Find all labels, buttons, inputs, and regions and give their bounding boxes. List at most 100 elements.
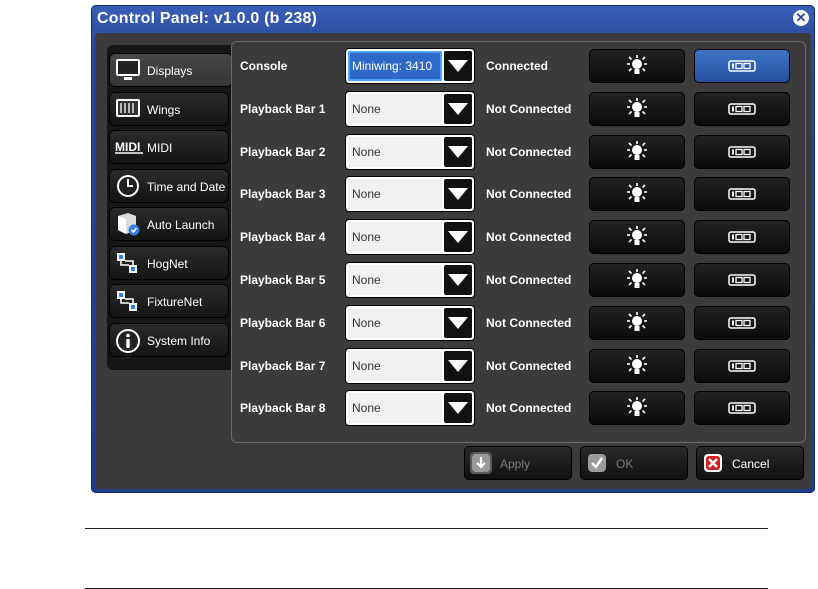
identify-button[interactable] bbox=[694, 391, 790, 426]
sidebar-item-displays[interactable]: Displays bbox=[109, 53, 233, 87]
close-icon[interactable]: ✕ bbox=[793, 10, 809, 26]
sidebar-item-midi[interactable]: MIDI MIDI bbox=[109, 130, 229, 164]
sidebar-item-auto-launch[interactable]: Auto Launch bbox=[109, 207, 229, 241]
light-button[interactable] bbox=[589, 391, 685, 426]
dropdown-button[interactable] bbox=[444, 179, 472, 210]
svg-text:MIDI: MIDI bbox=[115, 140, 140, 154]
title-bar[interactable]: Control Panel: v1.0.0 (b 238) ✕ bbox=[91, 5, 815, 33]
dropdown-button[interactable] bbox=[444, 393, 472, 424]
connection-status: Not Connected bbox=[486, 358, 572, 373]
network-icon bbox=[115, 289, 141, 313]
display-row: Playback Bar 7 None Not Connected bbox=[232, 346, 805, 386]
display-row: Playback Bar 6 None Not Connected bbox=[232, 303, 805, 343]
client-area: Displays Wings MIDI MIDI Time and Date Auto L… bbox=[95, 33, 811, 489]
cancel-button[interactable]: Cancel bbox=[696, 446, 804, 480]
dropdown-button[interactable] bbox=[444, 222, 472, 253]
sidebar-item-label: Time and Date bbox=[147, 179, 226, 194]
row-label: Playback Bar 6 bbox=[240, 315, 326, 330]
sidebar-item-label: HogNet bbox=[147, 256, 188, 271]
light-button[interactable] bbox=[589, 348, 685, 383]
display-row: Playback Bar 2 None Not Connected bbox=[232, 132, 805, 172]
sidebar-item-hognet[interactable]: HogNet bbox=[109, 245, 229, 280]
identify-button[interactable] bbox=[694, 177, 790, 212]
connection-status: Not Connected bbox=[486, 144, 572, 159]
connection-status: Not Connected bbox=[486, 187, 572, 202]
display-select[interactable]: None bbox=[346, 220, 474, 255]
dropdown-button[interactable] bbox=[444, 93, 472, 124]
light-button[interactable] bbox=[589, 134, 685, 169]
clock-icon bbox=[115, 174, 141, 198]
sidebar-item-time-and-date[interactable]: Time and Date bbox=[109, 168, 229, 203]
connection-status: Connected bbox=[486, 59, 549, 73]
select-value[interactable]: None bbox=[348, 222, 442, 253]
row-label: Playback Bar 8 bbox=[240, 401, 326, 416]
display-row: Console Miniwing: 3410 Connected bbox=[232, 46, 805, 86]
info-icon bbox=[115, 328, 141, 353]
identify-button[interactable] bbox=[694, 220, 790, 255]
row-label: Playback Bar 5 bbox=[240, 273, 326, 287]
row-label: Console bbox=[240, 59, 288, 73]
sidebar-item-system-info[interactable]: System Info bbox=[109, 322, 229, 357]
select-value[interactable]: None bbox=[348, 136, 442, 167]
display-row: Playback Bar 5 None Not Connected bbox=[232, 260, 805, 300]
display-select[interactable]: None bbox=[346, 305, 474, 340]
sidebar-item-label: Displays bbox=[147, 64, 193, 78]
sidebar-item-fixturenet[interactable]: FixtureNet bbox=[109, 284, 229, 318]
sidebar-item-label: System Info bbox=[147, 333, 211, 348]
light-button[interactable] bbox=[589, 220, 685, 255]
identify-button[interactable] bbox=[694, 305, 790, 340]
light-button[interactable] bbox=[589, 305, 685, 340]
select-value[interactable]: None bbox=[348, 393, 442, 424]
display-row: Playback Bar 3 None Not Connected bbox=[232, 174, 805, 214]
connection-status: Not Connected bbox=[486, 273, 572, 287]
light-button[interactable] bbox=[589, 49, 685, 83]
identify-button[interactable] bbox=[694, 263, 790, 297]
display-select[interactable]: None bbox=[346, 134, 474, 169]
select-value[interactable]: None bbox=[348, 265, 442, 295]
connection-status: Not Connected bbox=[486, 401, 572, 416]
display-select[interactable]: None bbox=[346, 177, 474, 212]
light-button[interactable] bbox=[589, 263, 685, 297]
identify-button[interactable] bbox=[694, 91, 790, 126]
row-label: Playback Bar 7 bbox=[240, 358, 326, 373]
select-value[interactable]: None bbox=[348, 350, 442, 381]
midi-icon: MIDI bbox=[115, 135, 143, 159]
dropdown-button[interactable] bbox=[444, 265, 472, 295]
display-select[interactable]: None bbox=[346, 91, 474, 126]
identify-button[interactable] bbox=[694, 348, 790, 383]
ok-button[interactable]: OK bbox=[580, 446, 688, 480]
select-value[interactable]: None bbox=[348, 179, 442, 210]
apply-icon bbox=[470, 452, 492, 474]
control-panel-window: Control Panel: v1.0.0 (b 238) ✕ Displays… bbox=[91, 5, 815, 493]
connection-status: Not Connected bbox=[486, 101, 572, 116]
row-label: Playback Bar 4 bbox=[240, 230, 326, 245]
apply-label: Apply bbox=[500, 457, 531, 471]
light-button[interactable] bbox=[589, 91, 685, 126]
network-icon bbox=[115, 251, 141, 275]
wing-icon bbox=[115, 97, 141, 121]
divider-line bbox=[85, 528, 768, 529]
connection-status: Not Connected bbox=[486, 315, 572, 330]
window-title: Control Panel: v1.0.0 (b 238) bbox=[97, 10, 318, 27]
display-select[interactable]: None bbox=[346, 263, 474, 297]
display-row: Playback Bar 8 None Not Connected bbox=[232, 388, 805, 428]
select-value[interactable]: None bbox=[348, 93, 442, 124]
dropdown-button[interactable] bbox=[444, 136, 472, 167]
auto-launch-icon bbox=[115, 212, 141, 236]
light-button[interactable] bbox=[589, 177, 685, 212]
cancel-icon bbox=[702, 452, 724, 474]
dropdown-button[interactable] bbox=[444, 307, 472, 338]
row-label: Playback Bar 1 bbox=[240, 101, 326, 116]
display-select[interactable]: Miniwing: 3410 bbox=[346, 49, 474, 83]
select-value[interactable]: Miniwing: 3410 bbox=[348, 51, 442, 81]
display-select[interactable]: None bbox=[346, 391, 474, 426]
apply-button[interactable]: Apply bbox=[464, 446, 572, 480]
display-select[interactable]: None bbox=[346, 348, 474, 383]
ok-label: OK bbox=[616, 457, 634, 471]
dropdown-button[interactable] bbox=[444, 350, 472, 381]
dropdown-button[interactable] bbox=[444, 51, 472, 81]
identify-button[interactable] bbox=[694, 49, 790, 83]
sidebar-item-wings[interactable]: Wings bbox=[109, 91, 229, 126]
select-value[interactable]: None bbox=[348, 307, 442, 338]
identify-button[interactable] bbox=[694, 134, 790, 169]
